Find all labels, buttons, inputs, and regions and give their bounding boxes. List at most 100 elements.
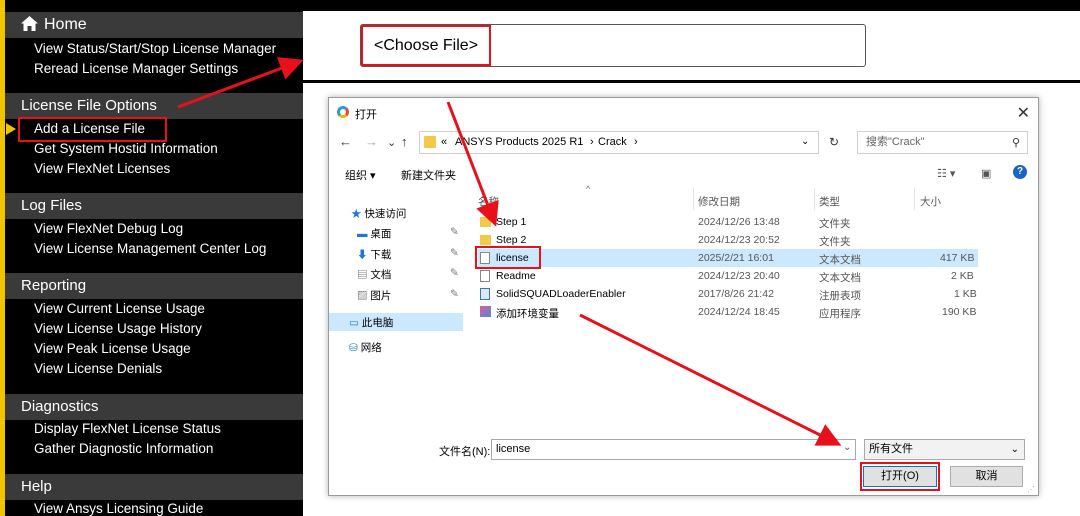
breadcrumb-overflow[interactable]: « bbox=[441, 136, 447, 148]
home-label: Home bbox=[44, 16, 87, 33]
section-log-files: Log Files bbox=[5, 193, 303, 219]
view-options-icon[interactable]: ☷ ▾ bbox=[937, 167, 955, 180]
app-logo-icon bbox=[337, 106, 349, 118]
sidebar: Home View Status/Start/Stop License Mana… bbox=[0, 0, 303, 516]
up-arrow-icon[interactable]: ↑ bbox=[401, 134, 408, 149]
breadcrumb-ansys[interactable]: ANSYS Products 2025 R1 bbox=[455, 136, 583, 148]
column-date[interactable]: 修改日期 bbox=[698, 194, 740, 209]
chevron-down-icon[interactable]: ⌄ bbox=[801, 136, 809, 147]
column-size[interactable]: 大小 bbox=[920, 194, 941, 209]
top-divider bbox=[303, 80, 1080, 83]
text-file-icon bbox=[480, 270, 490, 282]
file-row[interactable]: Step 2 2024/12/23 20:52 文件夹 bbox=[478, 231, 978, 249]
pin-icon: ✎ bbox=[450, 247, 459, 259]
navigation-row: ← → ⌄ ↑ « ANSYS Products 2025 R1 › Crack… bbox=[329, 130, 1038, 156]
search-icon: ⚲ bbox=[1012, 137, 1021, 149]
column-type[interactable]: 类型 bbox=[819, 194, 840, 209]
desktop-icon: ▬ bbox=[357, 228, 368, 240]
breadcrumb-crack[interactable]: Crack bbox=[598, 136, 627, 148]
registry-icon bbox=[480, 288, 490, 300]
nav-network[interactable]: ⛁ 网络 bbox=[349, 340, 382, 355]
link-license-mgmt-center-log[interactable]: View License Management Center Log bbox=[34, 239, 266, 259]
link-licensing-guide[interactable]: View Ansys Licensing Guide bbox=[34, 499, 203, 516]
open-highlight-box bbox=[860, 462, 940, 491]
picture-icon: ▨ bbox=[357, 290, 368, 302]
search-input[interactable]: 搜索"Crack" bbox=[857, 131, 1028, 154]
filetype-select[interactable]: 所有文件 ⌄ bbox=[864, 439, 1025, 460]
breadcrumb-separator: › bbox=[634, 136, 638, 148]
section-license-file-options: License File Options bbox=[5, 93, 303, 119]
navigation-pane: ★ 快速访问 ▬ 桌面 ✎ ⬇ 下载 ✎ ▤ 文档 ✎ ▨ 图片 ✎ ▭ 此电脑 ⛁ 网… bbox=[329, 190, 465, 430]
link-get-hostid[interactable]: Get System Hostid Information bbox=[34, 139, 218, 159]
recent-dropdown-icon[interactable]: ⌄ bbox=[387, 136, 396, 149]
add-license-highlight-box bbox=[18, 117, 167, 142]
screenshot-root: Home View Status/Start/Stop License Mana… bbox=[0, 0, 1080, 516]
nav-quick-access[interactable]: ★ 快速访问 bbox=[351, 206, 406, 221]
nav-pictures[interactable]: ▨ 图片 ✎ bbox=[357, 288, 459, 303]
link-reread-settings[interactable]: Reread License Manager Settings bbox=[34, 59, 238, 79]
column-divider bbox=[693, 188, 694, 210]
help-icon[interactable]: ? bbox=[1013, 165, 1027, 179]
file-row[interactable]: SolidSQUADLoaderEnabler 2017/8/26 21:42 注册… bbox=[478, 285, 978, 303]
filename-row: 文件名(N): license ⌄ 所有文件 ⌄ bbox=[329, 438, 1038, 462]
star-icon: ★ bbox=[351, 208, 362, 220]
link-flexnet-license-status[interactable]: Display FlexNet License Status bbox=[34, 419, 221, 439]
link-peak-license-usage[interactable]: View Peak License Usage bbox=[34, 339, 191, 359]
column-name[interactable]: 名称 bbox=[478, 194, 499, 209]
folder-icon bbox=[480, 217, 491, 227]
document-icon: ▤ bbox=[357, 269, 368, 281]
back-arrow-icon[interactable]: ← bbox=[339, 134, 352, 149]
chevron-down-icon[interactable]: ⌄ bbox=[843, 442, 851, 453]
link-license-denials[interactable]: View License Denials bbox=[34, 359, 162, 379]
link-flexnet-debug-log[interactable]: View FlexNet Debug Log bbox=[34, 219, 183, 239]
organize-button[interactable]: 组织 ▾ bbox=[345, 167, 376, 183]
breadcrumb-separator: › bbox=[590, 136, 594, 148]
section-reporting: Reporting bbox=[5, 273, 303, 299]
close-icon[interactable]: ✕ bbox=[1017, 103, 1030, 123]
nav-documents[interactable]: ▤ 文档 ✎ bbox=[357, 267, 459, 282]
filename-label: 文件名(N): bbox=[439, 446, 491, 458]
section-diagnostics: Diagnostics bbox=[5, 394, 303, 420]
sort-asc-icon: ^ bbox=[586, 184, 591, 194]
link-view-status[interactable]: View Status/Start/Stop License Manager bbox=[34, 39, 276, 59]
link-current-license-usage[interactable]: View Current License Usage bbox=[34, 299, 205, 319]
dialog-title: 打开 bbox=[355, 109, 377, 121]
choose-file-button[interactable]: <Choose File> bbox=[361, 25, 491, 66]
file-row[interactable]: Step 1 2024/12/26 13:48 文件夹 bbox=[478, 213, 978, 231]
forward-arrow-icon[interactable]: → bbox=[365, 134, 378, 149]
file-list: 名称 ^ 修改日期 类型 大小 Step 1 2024/12/26 13:48 文件… bbox=[469, 184, 1029, 428]
file-row[interactable]: 添加环境变量 2024/12/24 18:45 应用程序 190 KB bbox=[478, 303, 978, 321]
column-divider bbox=[814, 188, 815, 210]
pin-icon: ✎ bbox=[450, 226, 459, 238]
new-folder-button[interactable]: 新建文件夹 bbox=[401, 167, 456, 183]
dialog-toolbar: 组织 ▾ 新建文件夹 ☷ ▾ ▣ ? bbox=[329, 163, 1038, 185]
filename-input[interactable]: license bbox=[491, 439, 856, 460]
link-view-flexnet-licenses[interactable]: View FlexNet Licenses bbox=[34, 159, 170, 179]
address-bar[interactable]: « ANSYS Products 2025 R1 › Crack › ⌄ bbox=[419, 131, 819, 154]
folder-icon bbox=[480, 235, 491, 245]
chevron-down-icon: ⌄ bbox=[1010, 444, 1019, 455]
current-item-pointer-icon bbox=[6, 123, 16, 135]
resize-grip-icon[interactable]: ⋰ bbox=[1027, 485, 1035, 494]
download-icon: ⬇ bbox=[357, 249, 368, 261]
column-divider bbox=[914, 188, 915, 210]
nav-desktop[interactable]: ▬ 桌面 ✎ bbox=[357, 226, 459, 241]
nav-downloads[interactable]: ⬇ 下载 ✎ bbox=[357, 247, 459, 262]
section-help: Help bbox=[5, 474, 303, 500]
preview-pane-icon[interactable]: ▣ bbox=[981, 167, 991, 180]
link-license-usage-history[interactable]: View License Usage History bbox=[34, 319, 202, 339]
refresh-icon[interactable]: ↻ bbox=[829, 135, 839, 149]
top-bar bbox=[303, 0, 1080, 11]
pin-icon: ✎ bbox=[450, 267, 459, 279]
link-gather-diagnostic[interactable]: Gather Diagnostic Information bbox=[34, 439, 213, 459]
nav-this-pc[interactable]: ▭ 此电脑 bbox=[329, 313, 463, 331]
sidebar-home[interactable]: Home bbox=[5, 12, 303, 38]
folder-icon bbox=[424, 136, 436, 148]
file-row[interactable]: Readme 2024/12/23 20:40 文本文档 2 KB bbox=[478, 267, 978, 285]
file-row-selected[interactable]: license 2025/2/21 16:01 文本文档 417 KB bbox=[478, 249, 978, 267]
app-icon bbox=[480, 306, 491, 317]
home-icon bbox=[21, 16, 38, 31]
cancel-button[interactable]: 取消 bbox=[950, 466, 1023, 487]
open-file-dialog: 打开 ✕ ← → ⌄ ↑ « ANSYS Products 2025 R1 › … bbox=[328, 97, 1039, 496]
pin-icon: ✎ bbox=[450, 288, 459, 300]
